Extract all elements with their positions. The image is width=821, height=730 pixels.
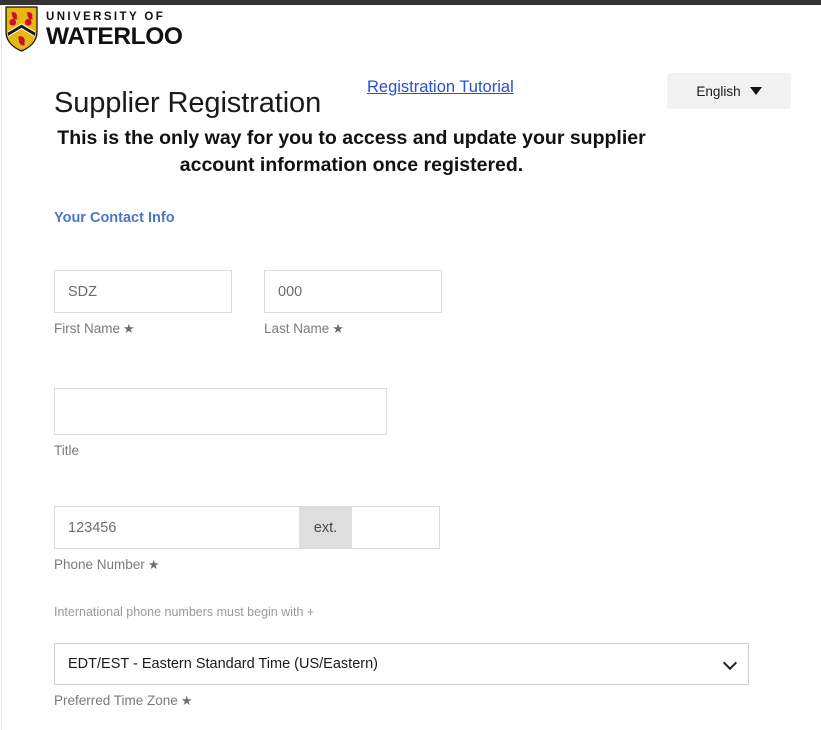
title-label: Title: [54, 443, 387, 458]
registration-tutorial-link[interactable]: Registration Tutorial: [367, 78, 514, 97]
chevron-down-icon: [749, 87, 762, 95]
title-label-text: Title: [54, 443, 80, 458]
last-name-label-text: Last Name: [264, 321, 330, 336]
time-zone-label-text: Preferred Time Zone: [54, 693, 178, 708]
phone-extension-input[interactable]: [352, 506, 440, 549]
language-selector-label: English: [696, 83, 741, 99]
field-last-name: Last Name★: [264, 270, 442, 337]
required-star-icon: ★: [180, 693, 193, 708]
chevron-down-icon: [722, 655, 738, 671]
phone-number-label: Phone Number ★: [54, 557, 440, 573]
field-title: Title: [54, 388, 387, 458]
last-name-input[interactable]: [264, 270, 442, 313]
phone-ext-addon-label: ext.: [299, 506, 352, 549]
time-zone-selected-value: EDT/EST - Eastern Standard Time (US/East…: [68, 656, 378, 672]
first-name-label-text: First Name: [54, 321, 121, 336]
logo-wordmark: UNIVERSITY OF WATERLOO: [46, 9, 183, 50]
required-star-icon: ★: [332, 321, 344, 336]
phone-format-hint: International phone numbers must begin w…: [54, 605, 315, 619]
waterloo-shield-icon: [5, 6, 38, 52]
page-title: Supplier Registration: [54, 87, 322, 120]
page-header: Supplier Registration Registration Tutor…: [2, 68, 820, 119]
uwaterloo-logo: UNIVERSITY OF WATERLOO: [5, 6, 183, 52]
section-heading-contact-info: Your Contact Info: [54, 210, 175, 226]
title-input[interactable]: [54, 388, 387, 435]
field-preferred-time-zone: EDT/EST - Eastern Standard Time (US/East…: [54, 643, 749, 709]
phone-input-group: ext.: [54, 506, 440, 549]
page-container: UNIVERSITY OF WATERLOO Supplier Registra…: [1, 5, 819, 730]
field-phone-number: ext. Phone Number★: [54, 506, 440, 573]
time-zone-label: Preferred Time Zone ★: [54, 693, 749, 709]
phone-number-input[interactable]: [54, 506, 299, 549]
logo-line-university-of: UNIVERSITY OF: [46, 10, 166, 23]
time-zone-select[interactable]: EDT/EST - Eastern Standard Time (US/East…: [54, 643, 749, 685]
first-name-input[interactable]: [54, 270, 232, 313]
last-name-label: Last Name ★: [264, 321, 442, 337]
phone-number-label-text: Phone Number: [54, 557, 145, 572]
first-name-label: First Name ★: [54, 321, 232, 337]
logo-line-waterloo: WATERLOO: [46, 23, 183, 50]
required-star-icon: ★: [147, 557, 160, 572]
language-selector-button[interactable]: English: [667, 73, 791, 109]
registration-notice-banner: This is the only way for you to access a…: [57, 127, 646, 176]
required-star-icon: ★: [123, 321, 135, 336]
field-first-name: First Name★: [54, 270, 232, 337]
